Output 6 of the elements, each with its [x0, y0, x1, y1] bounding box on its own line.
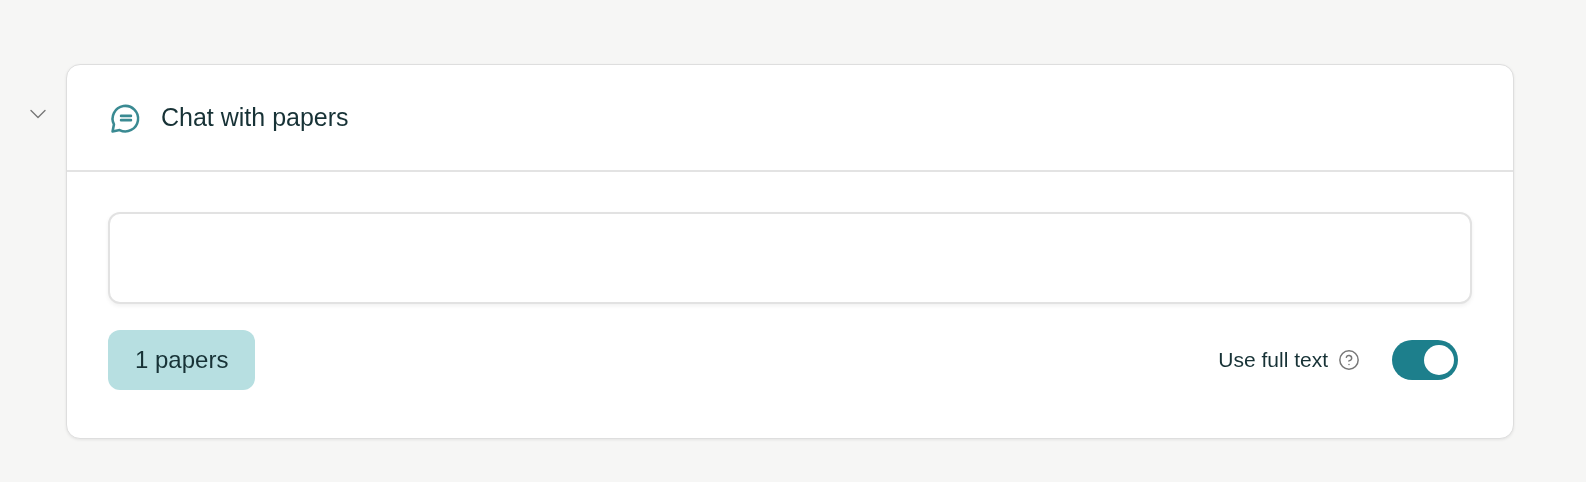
panel-title: Chat with papers: [161, 103, 349, 132]
papers-chip[interactable]: 1 papers: [108, 330, 256, 390]
chat-input-field[interactable]: [108, 212, 1472, 304]
help-icon[interactable]: [1338, 349, 1360, 371]
full-text-switch[interactable]: [1392, 340, 1458, 380]
full-text-label: Use full text: [1218, 348, 1328, 372]
